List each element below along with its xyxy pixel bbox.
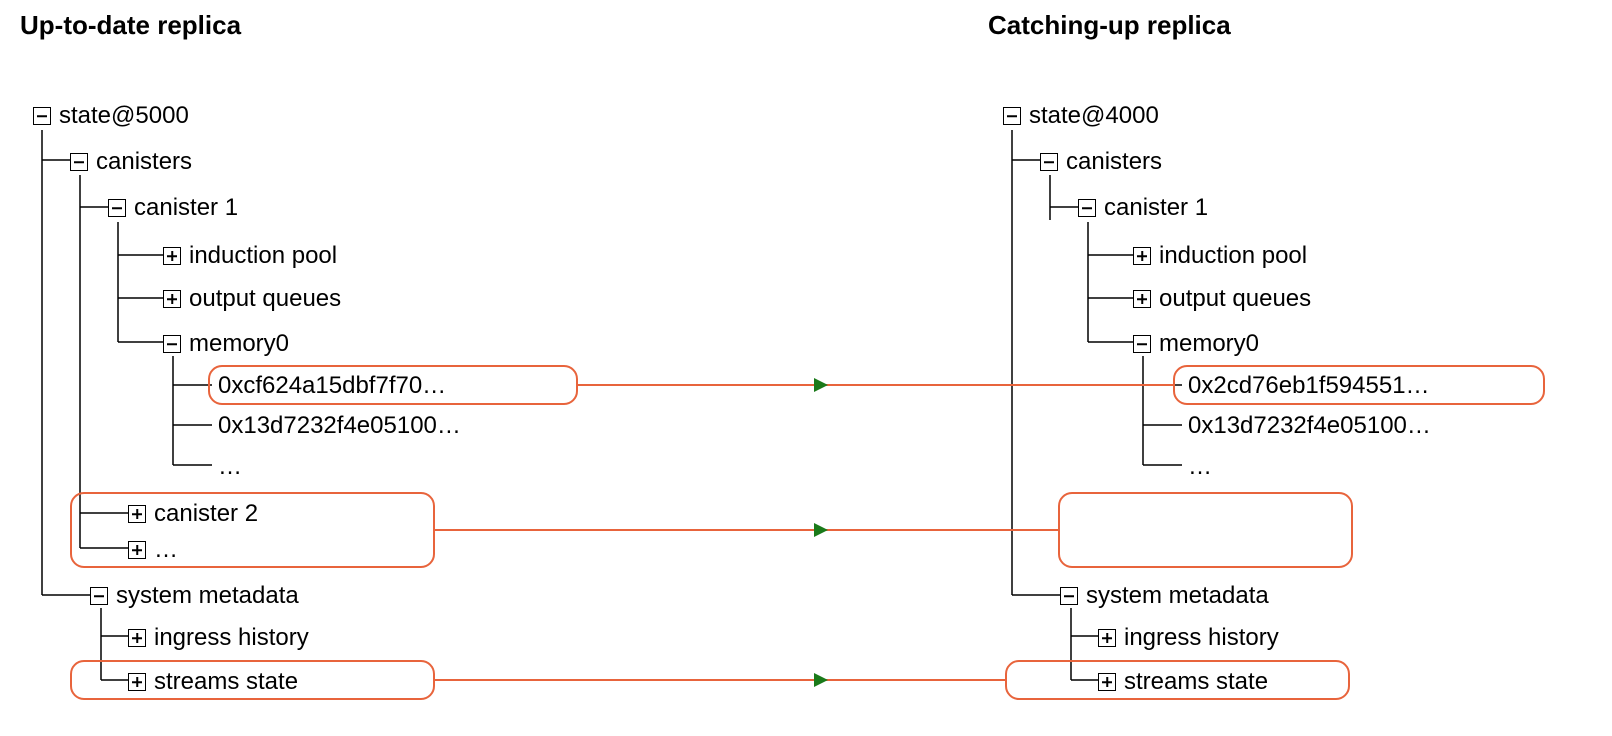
left-title: Up-to-date replica xyxy=(20,10,241,41)
expand-minus-icon xyxy=(1133,335,1151,353)
label: 0x13d7232f4e05100… xyxy=(1188,412,1431,440)
label: streams state xyxy=(1124,668,1268,696)
expand-plus-icon xyxy=(163,247,181,265)
expand-minus-icon xyxy=(33,107,51,125)
left-canisters: canisters xyxy=(70,148,192,176)
right-output-queues: output queues xyxy=(1133,285,1311,313)
label: canister 1 xyxy=(134,194,238,222)
expand-minus-icon xyxy=(1078,199,1096,217)
left-canister2: canister 2 xyxy=(128,500,258,528)
right-system-metadata: system metadata xyxy=(1060,582,1269,610)
label: 0xcf624a15dbf7f70… xyxy=(218,372,446,400)
right-root: state@4000 xyxy=(1003,102,1159,130)
label: ingress history xyxy=(1124,624,1279,652)
label: streams state xyxy=(154,668,298,696)
expand-plus-icon xyxy=(1098,673,1116,691)
label: … xyxy=(218,453,242,481)
label: canisters xyxy=(96,148,192,176)
expand-minus-icon xyxy=(163,335,181,353)
left-canister1: canister 1 xyxy=(108,194,238,222)
right-ingress-history: ingress history xyxy=(1098,624,1279,652)
label: … xyxy=(154,536,178,564)
right-hash2: 0x13d7232f4e05100… xyxy=(1188,412,1431,440)
expand-minus-icon xyxy=(1003,107,1021,125)
expand-plus-icon xyxy=(128,541,146,559)
label: canister 2 xyxy=(154,500,258,528)
label: output queues xyxy=(1159,285,1311,313)
label: canisters xyxy=(1066,148,1162,176)
right-canisters: canisters xyxy=(1040,148,1162,176)
label: … xyxy=(1188,453,1212,481)
expand-minus-icon xyxy=(70,153,88,171)
right-memory0: memory0 xyxy=(1133,330,1259,358)
left-ingress-history: ingress history xyxy=(128,624,309,652)
expand-plus-icon xyxy=(163,290,181,308)
label: 0x13d7232f4e05100… xyxy=(218,412,461,440)
right-induction-pool: induction pool xyxy=(1133,242,1307,270)
label: ingress history xyxy=(154,624,309,652)
right-streams-state: streams state xyxy=(1098,668,1268,696)
left-hash1: 0xcf624a15dbf7f70… xyxy=(218,372,446,400)
expand-minus-icon xyxy=(90,587,108,605)
left-system-metadata: system metadata xyxy=(90,582,299,610)
left-induction-pool: induction pool xyxy=(163,242,337,270)
expand-plus-icon xyxy=(1133,290,1151,308)
label: state@5000 xyxy=(59,102,189,130)
label: canister 1 xyxy=(1104,194,1208,222)
label: output queues xyxy=(189,285,341,313)
left-hash2: 0x13d7232f4e05100… xyxy=(218,412,461,440)
right-title: Catching-up replica xyxy=(988,10,1231,41)
expand-plus-icon xyxy=(1098,629,1116,647)
left-streams-state: streams state xyxy=(128,668,298,696)
expand-minus-icon xyxy=(108,199,126,217)
label: system metadata xyxy=(1086,582,1269,610)
left-root: state@5000 xyxy=(33,102,189,130)
left-hash-dots: … xyxy=(218,453,242,481)
expand-plus-icon xyxy=(128,629,146,647)
label: system metadata xyxy=(116,582,299,610)
expand-plus-icon xyxy=(128,505,146,523)
label: memory0 xyxy=(189,330,289,358)
expand-minus-icon xyxy=(1060,587,1078,605)
label: induction pool xyxy=(189,242,337,270)
left-canister-dots: … xyxy=(128,536,178,564)
highlight-right-empty xyxy=(1058,492,1353,568)
right-canister1: canister 1 xyxy=(1078,194,1208,222)
left-output-queues: output queues xyxy=(163,285,341,313)
label: state@4000 xyxy=(1029,102,1159,130)
label: induction pool xyxy=(1159,242,1307,270)
expand-plus-icon xyxy=(128,673,146,691)
expand-plus-icon xyxy=(1133,247,1151,265)
right-hash-dots: … xyxy=(1188,453,1212,481)
right-hash1: 0x2cd76eb1f594551… xyxy=(1188,372,1430,400)
expand-minus-icon xyxy=(1040,153,1058,171)
label: memory0 xyxy=(1159,330,1259,358)
left-memory0: memory0 xyxy=(163,330,289,358)
label: 0x2cd76eb1f594551… xyxy=(1188,372,1430,400)
